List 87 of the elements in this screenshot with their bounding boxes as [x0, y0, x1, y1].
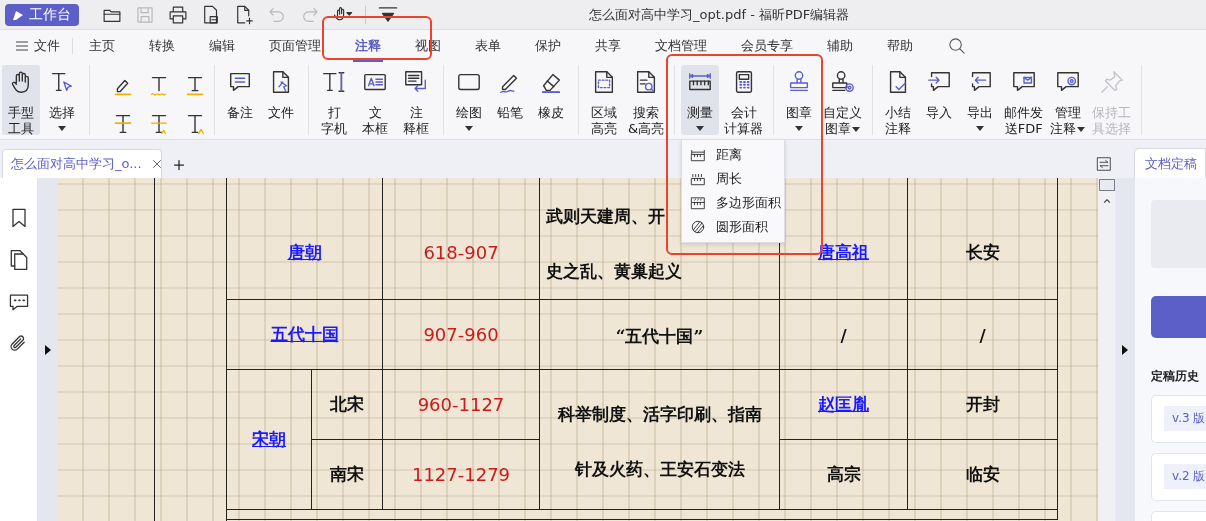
- search-icon: [947, 36, 967, 56]
- ribbon-button[interactable]: 邮件发 送FDF: [1002, 65, 1046, 135]
- pushpin-icon: [1098, 69, 1125, 95]
- menu-item[interactable]: 圆形面积: [682, 215, 784, 239]
- ribbon-button[interactable]: 文件: [262, 65, 300, 135]
- menu-tab[interactable]: 保护: [533, 30, 563, 62]
- founder-name: /: [840, 324, 847, 345]
- event-text: “五代十国”: [615, 325, 704, 348]
- menu-icon: [16, 41, 28, 51]
- new-tab-button[interactable]: [172, 158, 186, 172]
- menu-tab[interactable]: 转换: [147, 30, 177, 62]
- dynasty-link[interactable]: 宋朝: [252, 428, 286, 451]
- expand-arrow[interactable]: [1122, 344, 1128, 355]
- ribbon-button[interactable]: 文 本框: [356, 65, 394, 135]
- ruler-perimeter-icon: [690, 171, 706, 187]
- ribbon-button[interactable]: 选择: [43, 65, 81, 135]
- ribbon-button[interactable]: 打 字机: [315, 65, 353, 135]
- capital-name: 长安: [965, 240, 1000, 264]
- ribbon-button[interactable]: 管理 注释: [1048, 65, 1088, 135]
- menu-tab[interactable]: 共享: [593, 30, 623, 62]
- founder-link[interactable]: 赵匡胤: [818, 393, 869, 416]
- ruler-distance-icon: [690, 147, 706, 163]
- year-range: 907-960: [423, 324, 499, 345]
- ribbon-button[interactable]: 小结 注释: [879, 65, 918, 135]
- history-title: 定稿历史: [1151, 368, 1200, 385]
- file-menu[interactable]: 文件: [16, 38, 73, 54]
- menu-item[interactable]: 周长: [682, 167, 784, 191]
- ribbon-button[interactable]: 绘图: [450, 65, 488, 135]
- event-text: 针及火药、王安石变法: [574, 457, 745, 481]
- callout-icon: [403, 69, 429, 95]
- period-name: 南宋: [330, 463, 364, 486]
- menu-tab[interactable]: 表单: [473, 30, 503, 62]
- dynasty-link[interactable]: 五代十国: [270, 323, 339, 346]
- menu-item[interactable]: 距离: [682, 143, 784, 167]
- window-title: 怎么面对高中学习_opt.pdf - 福昕PDF编辑器: [589, 5, 850, 24]
- period-name: 北宋: [330, 393, 364, 416]
- ribbon-button[interactable]: 铅笔: [491, 65, 529, 135]
- ribbon-button[interactable]: 自定义 图章: [821, 65, 865, 135]
- ribbon-button[interactable]: 橡皮: [532, 65, 570, 135]
- ribbon-button[interactable]: 图章: [780, 65, 819, 135]
- menu-tab[interactable]: 页面管理: [267, 30, 323, 62]
- capital-name: 临安: [965, 463, 1000, 486]
- dynasty-link[interactable]: 唐朝: [287, 240, 322, 264]
- ribbon-button[interactable]: 会计 计算器: [722, 65, 766, 135]
- year-range: 618-907: [423, 241, 499, 263]
- ribbon-button[interactable]: 注 释框: [397, 65, 435, 135]
- ribbon-button[interactable]: 测量: [681, 65, 720, 135]
- menu-tab[interactable]: 会员专享: [739, 30, 795, 62]
- version-card[interactable]: v.3 版: [1151, 395, 1206, 443]
- document-tab[interactable]: 怎么面对高中学习_o...: [2, 149, 162, 178]
- panel-tab[interactable]: 文档定稿: [1134, 148, 1206, 178]
- menu-tab[interactable]: 辅助: [825, 30, 855, 62]
- capital-name: 开封: [965, 393, 1000, 416]
- expand-arrow[interactable]: [45, 344, 51, 355]
- year-range: 1127-1279: [411, 464, 511, 485]
- ribbon-button[interactable]: 区域 高亮: [585, 65, 623, 135]
- capital-name: /: [979, 324, 986, 345]
- printer-button[interactable]: [167, 3, 189, 26]
- printer-icon: [167, 3, 189, 26]
- year-range: 960-1127: [417, 394, 505, 415]
- swap-icon: [1096, 156, 1112, 172]
- swap-button[interactable]: [1096, 156, 1112, 172]
- ribbon-button[interactable]: 搜索 &高亮: [626, 65, 667, 135]
- version-label: v.3 版: [1164, 406, 1206, 431]
- version-card[interactable]: v.2 版: [1151, 453, 1206, 501]
- hatched-circle-icon: [690, 219, 706, 235]
- event-text: 武则天建周、开: [546, 205, 665, 228]
- stamp-gear-icon: [829, 69, 856, 95]
- ribbon-button[interactable]: 手型 工具: [2, 65, 40, 135]
- event-text: 史之乱、黄巢起义: [546, 260, 682, 283]
- founder-name: 高宗: [826, 463, 861, 486]
- menu-tab[interactable]: 帮助: [885, 30, 915, 62]
- plus-icon: [172, 158, 186, 172]
- ribbon-button[interactable]: 导出: [961, 65, 1000, 135]
- ribbon-button[interactable]: 导入: [920, 65, 959, 135]
- text-bar-icon: [321, 69, 347, 95]
- menu-tab[interactable]: 文档管理: [653, 30, 709, 62]
- ribbon-button[interactable]: 备注: [221, 65, 259, 135]
- menu-item[interactable]: 多边形面积: [682, 191, 784, 215]
- workbench-button[interactable]: 工作台: [5, 3, 79, 26]
- ruler-area-icon: [690, 195, 706, 211]
- event-text: 科举制度、活字印刷、指南: [557, 402, 762, 426]
- scroll-thumb[interactable]: [1098, 179, 1115, 191]
- version-label: v.2 版: [1164, 464, 1206, 489]
- menu-tab[interactable]: 主页: [87, 30, 117, 62]
- menu-tab[interactable]: 编辑: [207, 30, 237, 62]
- search-button[interactable]: [947, 36, 967, 56]
